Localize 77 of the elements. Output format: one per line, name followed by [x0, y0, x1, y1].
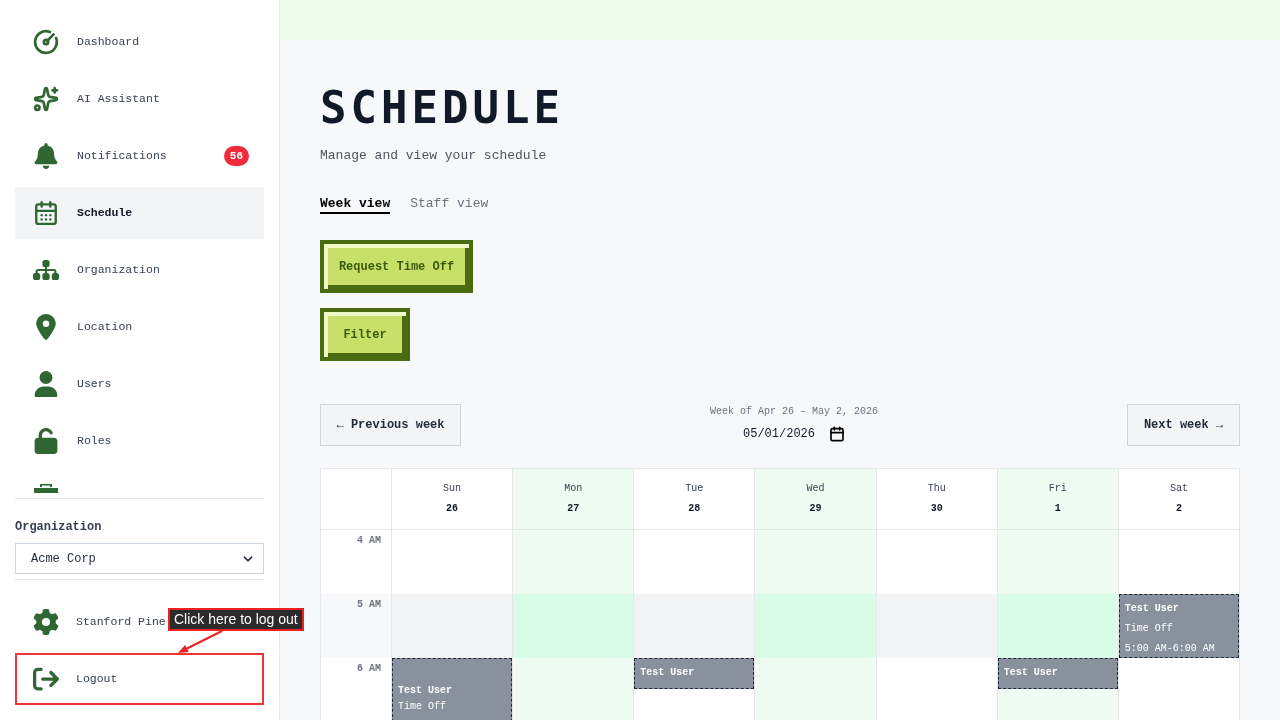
- bell-icon: [33, 143, 59, 169]
- calendar-cell[interactable]: [1117, 530, 1239, 594]
- day-name: Fri: [1048, 482, 1067, 496]
- day-date: 30: [930, 502, 943, 516]
- event-detail: 5:00 AM-6:00 AM: [1124, 642, 1215, 656]
- calendar-cell[interactable]: [391, 530, 513, 594]
- notification-count: 56: [223, 146, 249, 166]
- week-range: Week of Apr 26 – May 2, 2026: [710, 405, 878, 419]
- event-title: Test User: [1124, 602, 1179, 616]
- day-date: 1: [1054, 502, 1061, 516]
- event-detail: Time Off: [1124, 622, 1173, 636]
- sitemap-icon: [33, 257, 59, 283]
- gauge-icon: [33, 29, 59, 55]
- day-date: 26: [446, 502, 459, 516]
- day-date: 2: [1175, 502, 1182, 516]
- settings-icon: [33, 609, 59, 635]
- nav-item[interactable]: Location: [15, 301, 264, 353]
- calendar-cell[interactable]: [633, 594, 755, 658]
- event-title: Test User: [1003, 666, 1058, 680]
- day-date: 29: [809, 502, 822, 516]
- calendar-cell[interactable]: [754, 658, 876, 720]
- logout-item[interactable]: Logout: [15, 653, 264, 705]
- time-label: 5 AM: [357, 598, 381, 612]
- nav-item[interactable]: AI Assistant: [15, 73, 264, 125]
- calendar-icon: [33, 200, 59, 226]
- calendar-cell[interactable]: [875, 530, 997, 594]
- date-field[interactable]: 05/01/2026: [743, 424, 845, 444]
- previous-week-button[interactable]: ← Previous week: [320, 404, 461, 446]
- day-date: 28: [688, 502, 701, 516]
- calendar-cell[interactable]: [754, 594, 876, 658]
- open-padlock-icon: [33, 428, 59, 454]
- calendar-cell[interactable]: [875, 658, 997, 720]
- user-icon: [33, 371, 59, 397]
- event-title: Test User: [398, 684, 452, 698]
- calendar-cell[interactable]: [996, 530, 1118, 594]
- view-tab[interactable]: Week view: [320, 196, 391, 214]
- day-name: Mon: [564, 482, 583, 496]
- next-week-button[interactable]: Next week →: [1127, 404, 1240, 446]
- time-label: 4 AM: [357, 534, 381, 548]
- sparkles-icon: [33, 86, 59, 112]
- nav-item[interactable]: Notifications 56: [15, 130, 264, 182]
- day-date: 27: [567, 502, 580, 516]
- time-label: 6 AM: [357, 662, 381, 676]
- location-pin-icon: [33, 314, 59, 340]
- field-label: Organization: [15, 519, 103, 535]
- calendar-cell[interactable]: [512, 658, 634, 720]
- cropped-icon: [34, 484, 58, 493]
- request-time-off-button[interactable]: Request Time Off: [320, 240, 473, 293]
- day-name: Sun: [443, 482, 462, 496]
- annotation-arrow: [176, 630, 224, 654]
- calendar-cell[interactable]: [754, 530, 876, 594]
- tooltip: Click here to log out: [168, 608, 304, 631]
- event-title: Test User: [640, 666, 695, 680]
- calendar-cell[interactable]: [512, 594, 634, 658]
- nav-item[interactable]: Users: [15, 358, 264, 410]
- event-detail: Time Off: [398, 700, 446, 714]
- day-name: Sat: [1169, 482, 1188, 496]
- calendar-cell[interactable]: [391, 594, 513, 658]
- day-name: Thu: [927, 482, 946, 496]
- calendar-cell[interactable]: [996, 594, 1118, 658]
- page-title: SCHEDULE: [320, 84, 564, 132]
- calendar-cell[interactable]: [875, 594, 997, 658]
- organization-select[interactable]: Acme Corp: [15, 543, 264, 574]
- logout-icon: [33, 666, 59, 692]
- day-name: Wed: [806, 482, 825, 496]
- view-tab[interactable]: Staff view: [410, 196, 489, 214]
- calendar-cell[interactable]: [1117, 658, 1239, 720]
- calendar-cell[interactable]: [512, 530, 634, 594]
- filter-button[interactable]: Filter: [320, 308, 410, 361]
- calendar-icon[interactable]: [829, 426, 845, 442]
- nav-item[interactable]: Organization: [15, 244, 264, 296]
- page-subtitle: Manage and view your schedule: [320, 147, 547, 165]
- nav-item[interactable]: Schedule: [15, 187, 264, 239]
- day-name: Tue: [685, 482, 704, 496]
- nav-item[interactable]: Dashboard: [15, 16, 264, 68]
- calendar-cell[interactable]: [633, 530, 755, 594]
- nav-item[interactable]: Roles: [15, 415, 264, 467]
